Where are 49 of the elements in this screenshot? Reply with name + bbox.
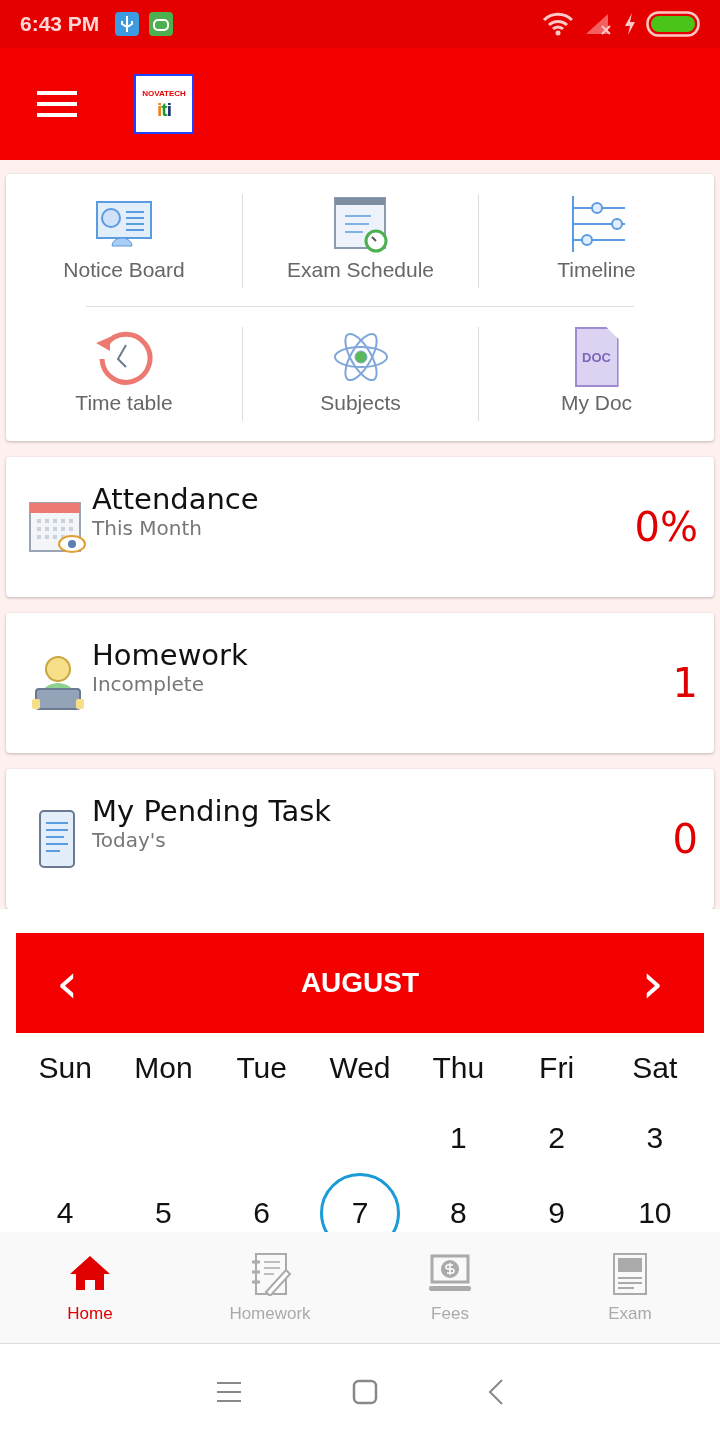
- weekday-label: Sat: [631, 1051, 679, 1085]
- card-value: 0%: [634, 504, 698, 550]
- summary-card[interactable]: Attendance This Month 0%: [6, 457, 714, 597]
- calendar-day[interactable]: 3: [619, 1103, 690, 1173]
- card-subtitle: Today's: [92, 828, 167, 852]
- card-title: My Pending Task: [92, 794, 333, 828]
- next-month-button[interactable]: ›: [641, 955, 664, 1011]
- status-time: 6:43 PM: [20, 12, 100, 36]
- calendar-day[interactable]: 6: [221, 1173, 302, 1232]
- document-icon: DOC: [574, 327, 619, 387]
- back-icon[interactable]: [488, 1378, 504, 1406]
- weekday-label: Mon: [133, 1051, 194, 1085]
- card-subtitle: This Month: [92, 516, 203, 540]
- no-signal-icon: [584, 12, 614, 36]
- month-title: AUGUST: [300, 967, 420, 999]
- card-title: Homework: [92, 638, 249, 672]
- calendar-day[interactable]: 4: [25, 1173, 106, 1232]
- calendar-day[interactable]: 8: [418, 1173, 499, 1232]
- usb-icon: [115, 12, 140, 36]
- calendar-day[interactable]: 5: [123, 1173, 204, 1232]
- menu-item[interactable]: Exam Schedule: [242, 194, 478, 288]
- weekday-label: Fri: [538, 1051, 576, 1085]
- previous-month-button[interactable]: ‹: [56, 955, 79, 1011]
- summary-card[interactable]: My Pending Task Today's 0: [6, 769, 714, 909]
- menu-item[interactable]: Subjects: [242, 327, 478, 421]
- menu-item[interactable]: Timeline: [478, 194, 714, 288]
- calendar-day[interactable]: 1: [423, 1103, 494, 1173]
- weekday-label: Sun: [37, 1051, 93, 1085]
- weekday-label: Tue: [235, 1051, 288, 1085]
- battery-icon: [646, 11, 700, 37]
- weekday-label: Thu: [431, 1051, 486, 1085]
- card-value: 1: [672, 660, 698, 706]
- calendar-day[interactable]: 9: [516, 1173, 597, 1232]
- card-value: 0: [672, 816, 698, 862]
- home-square-icon[interactable]: [352, 1379, 378, 1405]
- wifi-icon: [542, 11, 574, 37]
- menu-item[interactable]: Notice Board: [6, 194, 242, 288]
- summary-card[interactable]: Homework Incomplete 1: [6, 613, 714, 753]
- menu-icon[interactable]: [216, 1381, 242, 1403]
- weekday-label: Wed: [328, 1051, 392, 1085]
- card-title: Attendance: [92, 482, 260, 516]
- calendar-day[interactable]: 2: [521, 1103, 592, 1173]
- calendar-day[interactable]: 10: [614, 1173, 695, 1232]
- card-subtitle: Incomplete: [92, 672, 205, 696]
- menu-item[interactable]: DOC My Doc: [478, 327, 714, 421]
- logo: NOVATECH iti: [134, 74, 194, 134]
- charging-icon: [624, 12, 636, 36]
- menu-item[interactable]: Time table: [6, 327, 242, 421]
- nav-tab[interactable]: Home: [0, 1232, 180, 1343]
